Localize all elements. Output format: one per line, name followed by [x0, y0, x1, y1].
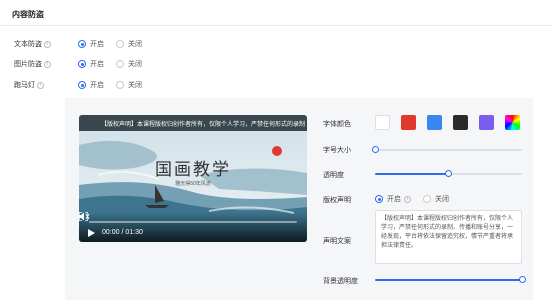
title-divider	[0, 25, 553, 26]
video-preview[interactable]: 【版权声明】本课程版权归创作者所有，仅限个人学习，严禁任何形式的录制 国画教学 …	[79, 115, 307, 242]
info-icon[interactable]: i	[37, 81, 44, 89]
info-icon[interactable]: i	[44, 60, 51, 68]
fullscreen-icon[interactable]	[79, 212, 88, 221]
page-title: 内容防盗	[12, 10, 44, 19]
info-icon[interactable]: i	[404, 195, 411, 203]
marquee-off-radio[interactable]: 关闭	[116, 80, 142, 90]
marquee-label: 跑马灯	[14, 82, 35, 89]
copyright-text-label: 声明文案	[323, 238, 351, 245]
radio-unchecked-icon	[116, 40, 124, 48]
color-swatch-red[interactable]	[401, 115, 416, 130]
opacity-label: 透明度	[323, 172, 344, 179]
copyright-on-radio[interactable]: 开启 i	[375, 194, 411, 204]
play-icon[interactable]	[88, 229, 95, 237]
copyright-label: 版权声明	[323, 197, 351, 204]
image-protect-off-radio[interactable]: 关闭	[116, 59, 142, 69]
marquee-text: 【版权声明】本课程版权归创作者所有，仅限个人学习，严禁任何形式的录制	[101, 122, 306, 128]
copyright-radio-group: 开启 i 关闭	[375, 193, 461, 205]
radio-unchecked-icon	[423, 195, 431, 203]
radio-checked-icon	[78, 81, 86, 89]
radio-label: 开启	[90, 61, 104, 68]
slider-thumb[interactable]	[371, 146, 379, 153]
radio-unchecked-icon	[116, 60, 124, 68]
text-protect-label: 文本防盗	[14, 41, 42, 48]
text-protect-off-radio[interactable]: 关闭	[116, 39, 142, 49]
color-swatch-black[interactable]	[453, 115, 468, 130]
font-color-label: 字体颜色	[323, 121, 351, 128]
slider-fill	[375, 173, 449, 175]
radio-label: 关闭	[128, 82, 142, 89]
bg-opacity-slider[interactable]	[375, 276, 526, 283]
opacity-slider[interactable]	[375, 170, 522, 177]
text-protect-row: 文本防盗 i 开启 关闭	[14, 38, 154, 50]
image-protect-row: 图片防盗 i 开启 关闭	[14, 58, 154, 70]
color-swatch-white[interactable]	[375, 115, 390, 130]
radio-label: 开启	[90, 82, 104, 89]
color-swatch-purple[interactable]	[479, 115, 494, 130]
info-icon[interactable]: i	[44, 40, 51, 48]
bg-opacity-label: 背景透明度	[323, 278, 358, 285]
marquee-on-radio[interactable]: 开启	[78, 80, 104, 90]
text-protect-on-radio[interactable]: 开启	[78, 39, 104, 49]
radio-checked-icon	[78, 60, 86, 68]
slider-fill	[375, 279, 522, 281]
painting-subtitle: 雅无得50年风流	[175, 181, 211, 187]
image-protect-on-radio[interactable]: 开启	[78, 59, 104, 69]
slider-thumb[interactable]	[518, 276, 526, 283]
marquee-row: 跑马灯 i 开启 关闭	[14, 79, 154, 91]
radio-unchecked-icon	[116, 81, 124, 89]
radio-checked-icon	[375, 195, 383, 203]
painting-title: 国画教学	[155, 160, 231, 180]
color-swatch-blue[interactable]	[427, 115, 442, 130]
radio-label: 关闭	[435, 196, 449, 203]
image-protect-label: 图片防盗	[14, 61, 42, 68]
radio-label: 开启	[387, 196, 401, 203]
slider-thumb[interactable]	[445, 170, 452, 177]
font-size-slider[interactable]	[371, 146, 522, 153]
copyright-text-field[interactable]: 【版权声明】本课程版权归创作者所有，仅限个人学习，严禁任何形式的录制、传播和账号…	[375, 210, 522, 264]
video-progress-bar[interactable]	[89, 221, 297, 223]
video-time: 00:00 / 01:30	[102, 229, 143, 236]
color-swatch-custom[interactable]	[505, 115, 520, 130]
radio-label: 关闭	[128, 41, 142, 48]
radio-label: 开启	[90, 41, 104, 48]
copyright-off-radio[interactable]: 关闭	[423, 194, 449, 204]
radio-checked-icon	[78, 40, 86, 48]
radio-label: 关闭	[128, 61, 142, 68]
font-size-label: 字号大小	[323, 147, 351, 154]
video-control-bar: 00:00 / 01:30	[79, 212, 307, 242]
